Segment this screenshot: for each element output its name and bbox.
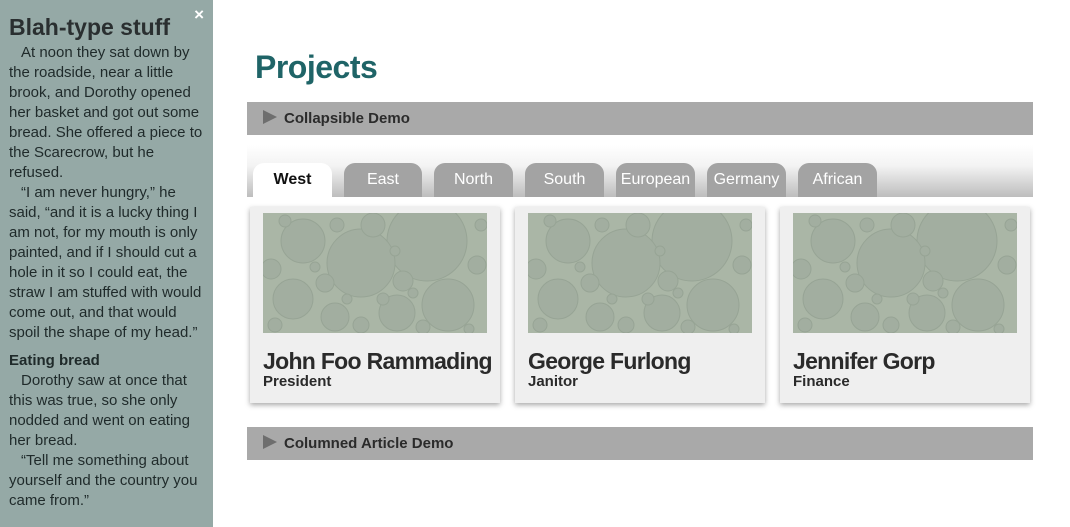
card-role: Janitor	[528, 373, 579, 390]
close-icon[interactable]: ×	[194, 5, 204, 25]
card-image	[793, 213, 1017, 333]
page-title: Projects	[255, 49, 378, 85]
profile-card[interactable]: Jennifer Gorp Finance	[780, 207, 1030, 403]
tab-east[interactable]: East	[344, 163, 422, 197]
columned-article-demo-header[interactable]: Columned Article Demo	[247, 427, 1033, 460]
sidebar-paragraph: Dorothy saw at once that this was true, …	[9, 372, 190, 449]
sidebar-subheading: Eating bread	[9, 352, 100, 369]
card-name: Jennifer Gorp	[793, 348, 935, 374]
card-role: President	[263, 373, 332, 390]
sidebar-paragraph: “I am never hungry,” he said, “and it is…	[9, 184, 202, 341]
card-image	[263, 213, 487, 333]
card-image	[528, 213, 752, 333]
expand-triangle-icon	[263, 109, 277, 124]
card-name: George Furlong	[528, 348, 691, 374]
tab-strip: West East North South European Germany A…	[247, 145, 1033, 197]
tab-germany[interactable]: Germany	[707, 163, 786, 197]
profile-card[interactable]: George Furlong Janitor	[515, 207, 765, 403]
sidebar-paragraph: At noon they sat down by the roadside, n…	[9, 44, 203, 181]
columned-article-demo-label: Columned Article Demo	[284, 435, 454, 452]
sidebar-panel: × Blah-type stuff At noon they sat down …	[0, 0, 213, 527]
card-name: John Foo Rammading	[263, 348, 493, 374]
profile-card[interactable]: John Foo Rammading President	[250, 207, 500, 403]
collapsible-demo-label: Collapsible Demo	[284, 110, 410, 127]
collapsible-demo-header[interactable]: Collapsible Demo	[247, 102, 1033, 135]
tab-south[interactable]: South	[525, 163, 604, 197]
tab-european[interactable]: European	[616, 163, 695, 197]
tab-north[interactable]: North	[434, 163, 513, 197]
sidebar-paragraph: “Tell me something about yourself and th…	[9, 452, 198, 509]
expand-triangle-icon	[263, 434, 277, 449]
sidebar-title: Blah-type stuff	[9, 14, 170, 40]
tab-african[interactable]: African	[798, 163, 877, 197]
tab-west[interactable]: West	[253, 163, 332, 197]
card-role: Finance	[793, 373, 850, 390]
